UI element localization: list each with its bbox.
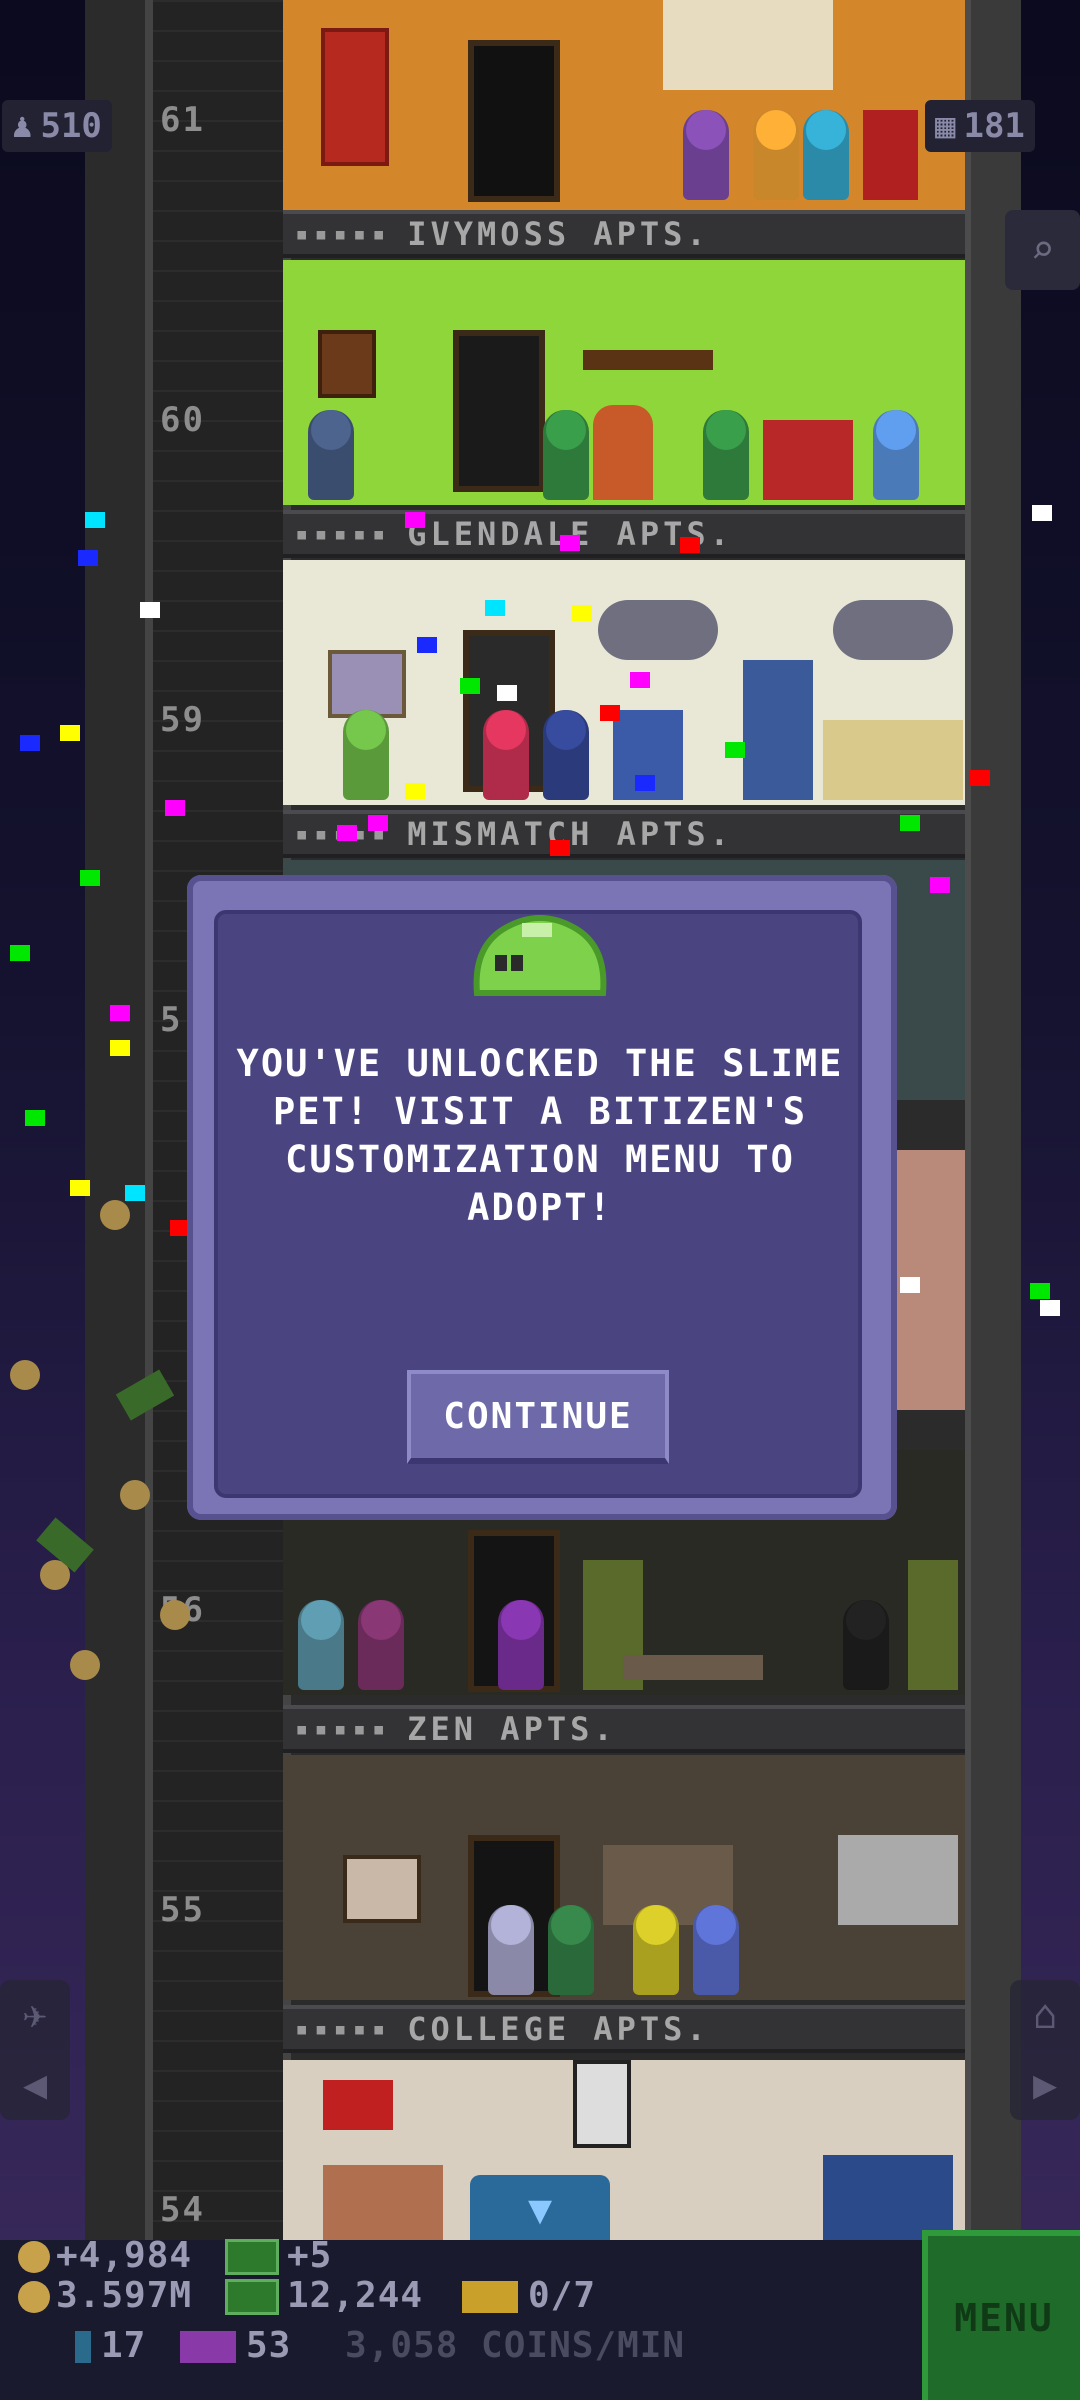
bitizen[interactable] (693, 1905, 739, 1995)
floor-name: COLLEGE APTS. (407, 2010, 710, 2048)
menu-button[interactable]: MENU (922, 2230, 1080, 2400)
floor-number: 59 (160, 700, 205, 740)
rating-dots: ▪▪▪▪▪ (295, 1716, 392, 1742)
floor-name: ZEN APTS. (407, 1710, 617, 1748)
down-arrow-button[interactable]: ▼ (470, 2175, 610, 2245)
floor-name: MISMATCH APTS. (407, 815, 733, 853)
coin-icon (18, 2281, 50, 2313)
bux-icon (225, 2239, 279, 2275)
plant (908, 1560, 958, 1690)
bitizen[interactable] (343, 710, 389, 800)
elevator-stat: 17 (75, 2325, 146, 2366)
bitizen[interactable] (358, 1600, 404, 1690)
bitizen[interactable] (488, 1905, 534, 1995)
floor-label-college: ▪▪▪▪▪ COLLEGE APTS. (283, 2005, 965, 2053)
dialog-message: YOU'VE UNLOCKED THE SLIME PET! VISIT A B… (236, 1042, 844, 1229)
bitizen[interactable] (803, 110, 849, 200)
floor-label-ivymoss: ▪▪▪▪▪ IVYMOSS APTS. (283, 210, 965, 258)
chevron-left-icon: ◀ (22, 2062, 48, 2108)
door (468, 40, 560, 202)
floor-number: 55 (160, 1890, 205, 1930)
floor-54[interactable] (283, 2060, 965, 2250)
bitizen[interactable] (683, 110, 729, 200)
slime-pet-icon (467, 905, 613, 997)
bux-gain: +5 (225, 2235, 332, 2276)
coins-gain: +4,984 (18, 2235, 192, 2276)
bench (623, 1655, 763, 1680)
chair (863, 110, 918, 200)
bitizen[interactable] (308, 410, 354, 500)
floor-glendale[interactable] (283, 260, 965, 505)
floors-icon: ▦ (935, 106, 956, 146)
down-arrow-icon: ▼ (527, 2187, 553, 2233)
bitizen[interactable] (298, 1600, 344, 1690)
tv-stat: 53 (180, 2325, 291, 2366)
floor-ivymoss[interactable] (283, 0, 965, 240)
bitizen[interactable] (703, 410, 749, 500)
continue-button[interactable]: CONTINUE (407, 1370, 669, 1464)
desk (323, 2165, 443, 2250)
rating-dots: ▪▪▪▪▪ (295, 2016, 392, 2042)
floors-badge[interactable]: ▦ 181 (925, 100, 1035, 152)
bitizen[interactable] (843, 1600, 889, 1690)
tower-side-rail (965, 0, 1021, 2250)
floor-number: 60 (160, 400, 205, 440)
floor-number: 54 (160, 2190, 205, 2230)
population-badge[interactable]: ♟ 510 (2, 100, 112, 152)
bitizen[interactable] (483, 710, 529, 800)
lift-icon: ✈ (22, 1992, 48, 2038)
tickets[interactable]: 0/7 (462, 2275, 596, 2316)
floor-college[interactable] (283, 1755, 965, 2000)
bitizen[interactable] (753, 110, 799, 200)
jukebox (593, 405, 653, 500)
shelf (583, 350, 713, 370)
ticket-icon (462, 2281, 518, 2313)
coins-total: 3.597M (18, 2275, 192, 2316)
wall-poster (663, 0, 833, 90)
chevron-right-icon: ▶ (1032, 2062, 1058, 2108)
window (598, 600, 718, 660)
bitizen[interactable] (543, 710, 589, 800)
search-icon: ⌕ (1030, 227, 1055, 273)
rating-dots: ▪▪▪▪▪ (295, 221, 392, 247)
bitizen[interactable] (633, 1905, 679, 1995)
tv-icon (180, 2331, 236, 2363)
coin-rate: 3,058 COINS/MIN (345, 2325, 686, 2366)
wall-picture (318, 330, 376, 398)
floor-number: 5 (160, 1000, 183, 1040)
bux-icon (225, 2279, 279, 2315)
door (453, 330, 545, 492)
wall-picture (343, 1855, 421, 1923)
fridge (743, 660, 813, 800)
bitizen[interactable] (548, 1905, 594, 1995)
pennant (323, 2080, 393, 2130)
population-icon: ♟ (12, 106, 33, 146)
bitizen[interactable] (543, 410, 589, 500)
rating-dots: ▪▪▪▪▪ (295, 521, 392, 547)
wall-rug (321, 28, 389, 166)
coin-icon (18, 2241, 50, 2273)
sofa (763, 420, 853, 500)
bitizen[interactable] (873, 410, 919, 500)
home-button[interactable]: ⌂ ▶ (1010, 1980, 1080, 2120)
bitizen[interactable] (498, 1600, 544, 1690)
wall-picture (328, 650, 406, 718)
floor-label-glendale: ▪▪▪▪▪ GLENDALE APTS. (283, 510, 965, 558)
window (833, 600, 953, 660)
window (838, 1835, 958, 1925)
home-icon: ⌂ (1032, 1992, 1058, 2038)
bux-total: 12,244 (225, 2275, 423, 2316)
floor-mismatch[interactable] (283, 560, 965, 805)
floor-number: 61 (160, 100, 205, 140)
floor-name: IVYMOSS APTS. (407, 215, 710, 253)
floor-label-zen: ▪▪▪▪▪ ZEN APTS. (283, 1705, 965, 1753)
elevator-icon (75, 2331, 91, 2363)
wall-poster (573, 2060, 631, 2148)
lift-button[interactable]: ✈ ◀ (0, 1980, 70, 2120)
search-button[interactable]: ⌕ (1005, 210, 1080, 290)
counter (823, 720, 963, 800)
